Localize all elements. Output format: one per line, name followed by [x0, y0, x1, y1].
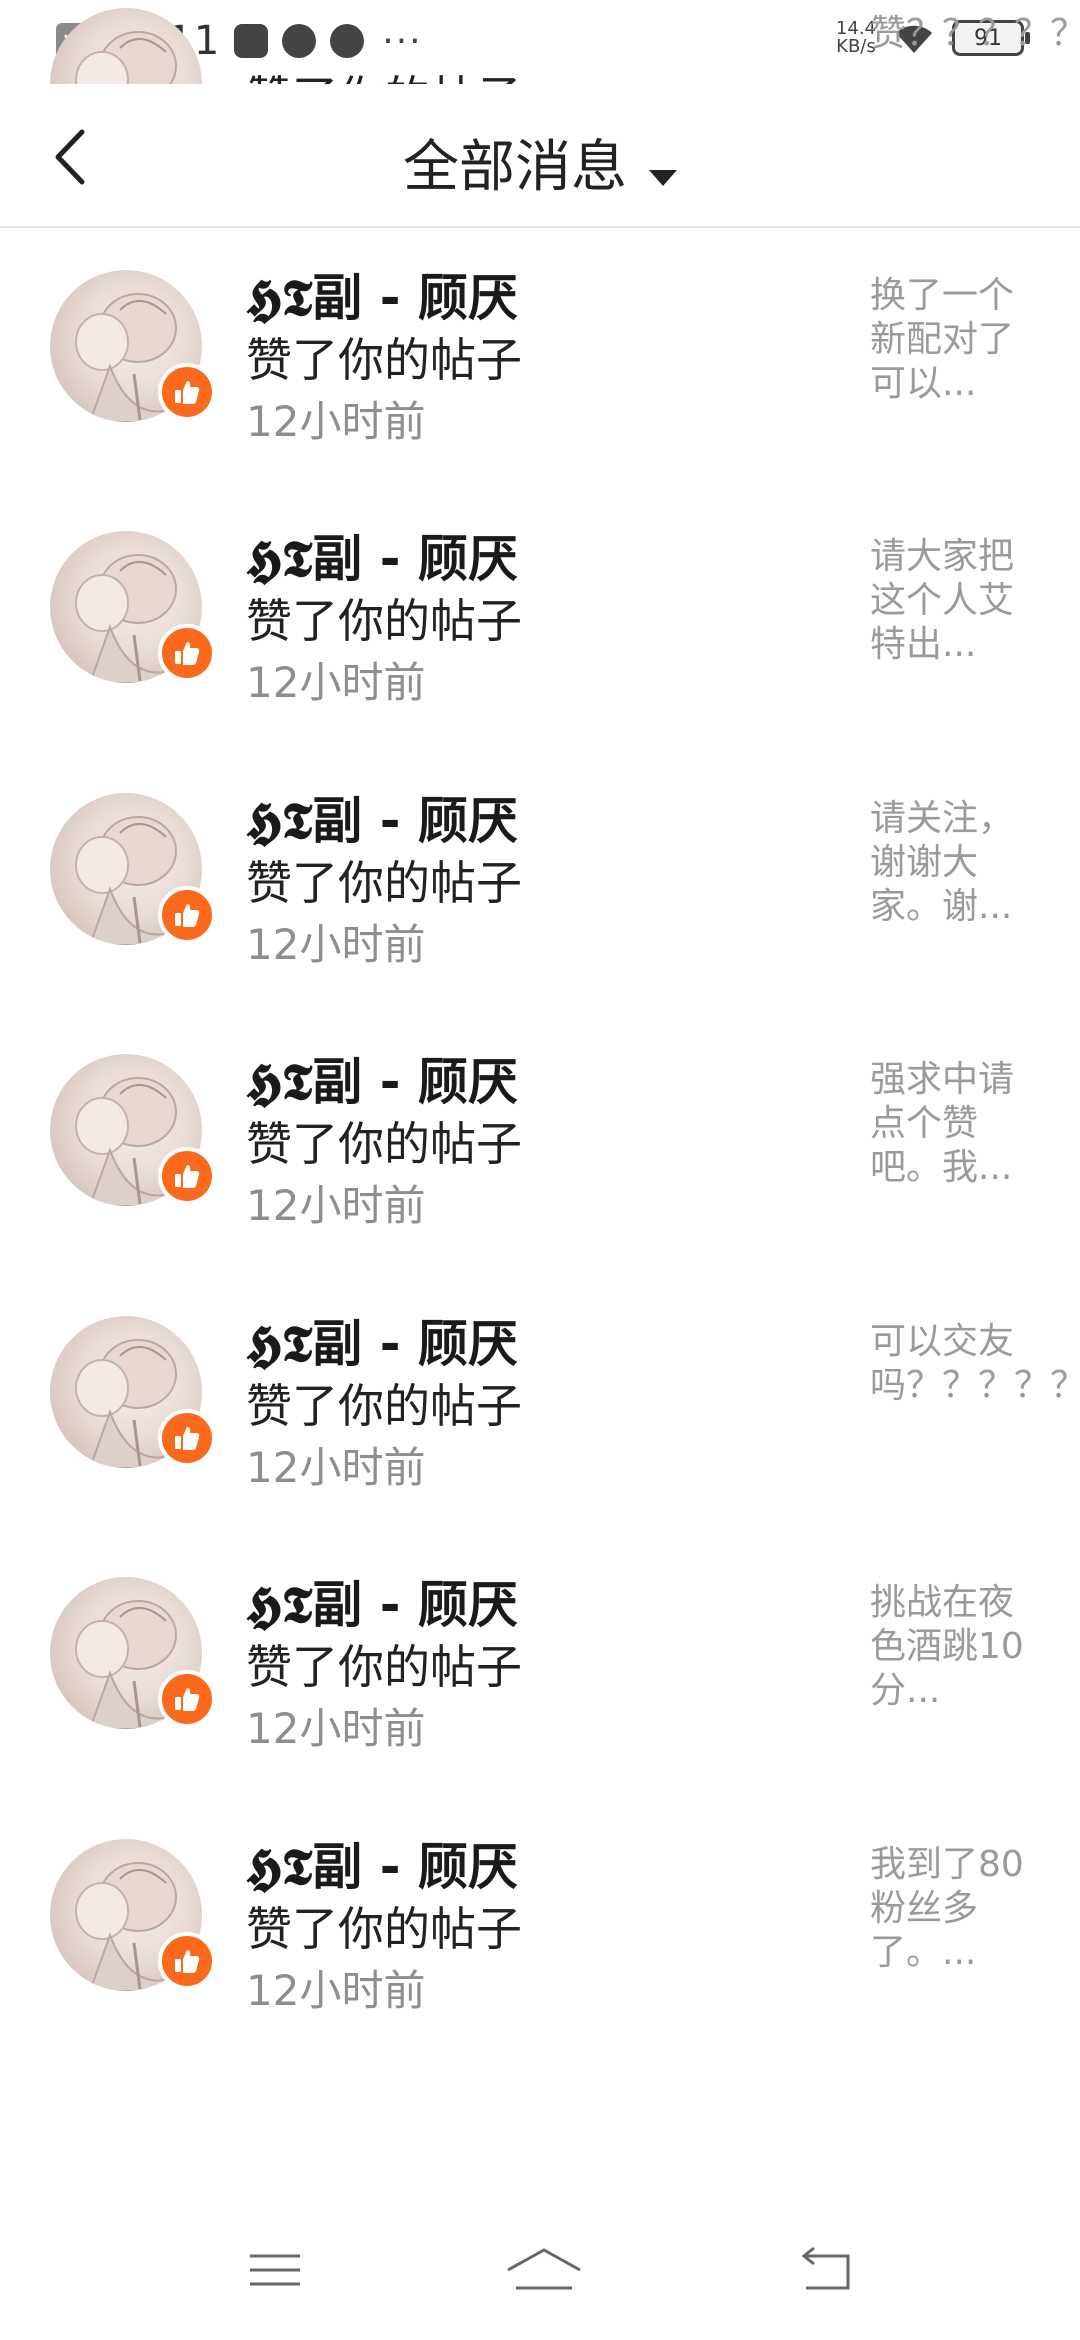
home-icon[interactable]: [504, 2244, 584, 2300]
thumbs-up-icon: [175, 903, 200, 927]
like-badge: [158, 362, 216, 421]
sender-name[interactable]: 𝕳𝕿副 - 顾厌: [246, 1827, 518, 1899]
top-bar: 全部消息: [0, 84, 1080, 228]
sender-name[interactable]: 𝕳𝕿副 - 顾厌: [246, 258, 518, 330]
thumbs-up-icon: [175, 642, 200, 665]
message-item[interactable]: 𝕳𝕿副 - 顾厌 赞了你的帖子 12小时前 请大家把这个人艾特出...: [0, 439, 1080, 707]
post-preview[interactable]: 请关注，谢谢大家。谢...: [870, 797, 1040, 929]
message-item[interactable]: 𝕳𝕿副 - 顾厌 赞了你的帖子 12小时前 我到了80粉丝多了。...: [0, 1747, 1080, 2015]
message-action: 赞了你的帖子: [246, 1378, 522, 1433]
post-preview[interactable]: 我到了80粉丝多了。...: [870, 1843, 1040, 1975]
message-list[interactable]: 赞了你的帖子12小时前赞？？？？？？𝕳𝕿副 - 顾厌赞了你的帖子12小时前换了一…: [0, 8, 1080, 2015]
sender-name[interactable]: 𝕳𝕿副 - 顾厌: [246, 519, 518, 591]
thumbs-up-icon: [175, 1426, 200, 1450]
menu-icon[interactable]: [244, 2244, 314, 2300]
like-badge: [158, 1408, 216, 1467]
message-item[interactable]: 𝕳𝕿副 - 顾厌 赞了你的帖子 12小时前 挑战在夜色酒跳10分...: [0, 1485, 1080, 1753]
post-preview[interactable]: 可以交友吗？？？？？...: [870, 1320, 1080, 1408]
message-item[interactable]: 𝕳𝕿副 - 顾厌 赞了你的帖子 12小时前 请关注，谢谢大家。谢...: [0, 701, 1080, 969]
thumbs-up-icon: [175, 1688, 200, 1711]
message-item[interactable]: 𝕳𝕿副 - 顾厌赞了你的帖子12小时前可以交友吗？？？？？...: [0, 1224, 1080, 1492]
like-badge: [158, 885, 216, 944]
thumbs-up-icon: [175, 380, 200, 404]
caret-down-icon: [649, 169, 677, 186]
post-preview[interactable]: 赞？？？？？？: [870, 12, 1080, 56]
post-preview[interactable]: 请大家把这个人艾特出...: [870, 535, 1040, 667]
thumbs-up-icon: [175, 1165, 200, 1188]
message-action: 赞了你的帖子: [246, 1901, 522, 1956]
like-badge: [158, 624, 216, 682]
like-badge: [158, 1931, 216, 1990]
like-badge: [158, 1147, 216, 1205]
sender-name[interactable]: 𝕳𝕿副 - 顾厌: [246, 781, 518, 853]
return-icon[interactable]: [792, 2244, 862, 2300]
thumbs-up-icon: [175, 1949, 200, 1973]
message-action: 赞了你的帖子: [246, 1117, 522, 1171]
system-nav-bar: [0, 2200, 1080, 2340]
title-dropdown[interactable]: 全部消息: [0, 122, 1080, 203]
message-action: 赞了你的帖子: [246, 594, 522, 648]
page-title: 全部消息: [403, 135, 627, 200]
sender-name[interactable]: 𝕳𝕿副 - 顾厌: [246, 1565, 518, 1637]
post-preview[interactable]: 强求中请点个赞吧。我...: [870, 1058, 1040, 1190]
message-action: 赞了你的帖子: [246, 332, 522, 387]
message-item[interactable]: 𝕳𝕿副 - 顾厌 赞了你的帖子 12小时前 强求中请点个赞吧。我...: [0, 962, 1080, 1230]
sender-name[interactable]: 𝕳𝕿副 - 顾厌: [246, 1042, 518, 1114]
like-badge: [158, 1670, 216, 1728]
sender-name[interactable]: 𝕳𝕿副 - 顾厌: [246, 1304, 518, 1376]
message-action: 赞了你的帖子: [246, 1640, 522, 1694]
message-time: 12小时前: [246, 1965, 426, 2015]
post-preview[interactable]: 换了一个新配对了可以...: [870, 274, 1040, 406]
post-preview[interactable]: 挑战在夜色酒跳10分...: [870, 1581, 1040, 1713]
message-action: 赞了你的帖子: [246, 855, 522, 910]
